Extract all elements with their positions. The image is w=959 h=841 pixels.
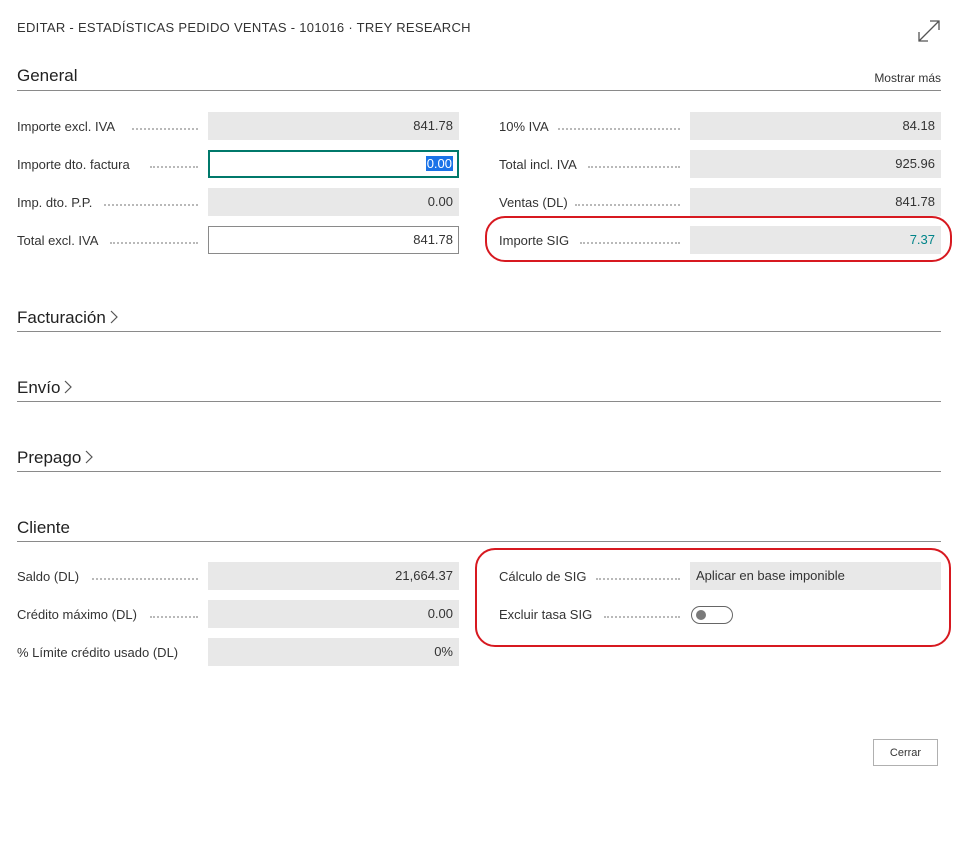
section-facturacion[interactable]: Facturación (17, 308, 120, 328)
field-label-credito-maximo-dl: Crédito máximo (DL) (17, 607, 137, 622)
highlight-importe-sig (485, 216, 952, 262)
field-limite-credito-usado: 0% (208, 638, 459, 666)
field-label-limite-credito-usado: % Límite crédito usado (DL) (17, 645, 179, 660)
field-label-importe-dto-factura: Importe dto. factura (17, 157, 130, 172)
section-title-prepago: Prepago (17, 448, 82, 467)
leader-dots (92, 578, 198, 580)
total-excl-iva-input[interactable]: 841.78 (208, 226, 459, 254)
chevron-right-icon (62, 379, 74, 394)
section-divider (17, 401, 941, 402)
importe-dto-factura-input[interactable]: 0.00 (208, 150, 459, 178)
section-divider (17, 331, 941, 332)
field-label-iva-10: 10% IVA (499, 119, 549, 134)
selected-value: 0.00 (425, 156, 453, 171)
field-ventas-dl: 841.78 (690, 188, 941, 216)
section-divider (17, 90, 941, 91)
field-iva-10: 84.18 (690, 112, 941, 140)
leader-dots (150, 166, 198, 168)
dialog-title: EDITAR - ESTADÍSTICAS PEDIDO VENTAS - 10… (17, 20, 471, 35)
expand-arrows-icon[interactable] (916, 18, 942, 44)
close-button[interactable]: Cerrar (873, 739, 938, 766)
leader-dots (132, 128, 198, 130)
section-title-facturacion: Facturación (17, 308, 106, 327)
field-saldo-dl: 21,664.37 (208, 562, 459, 590)
field-total-incl-iva: 925.96 (690, 150, 941, 178)
leader-dots (104, 204, 198, 206)
chevron-right-icon (83, 449, 95, 464)
field-label-imp-dto-pp: Imp. dto. P.P. (17, 195, 93, 210)
section-divider (17, 471, 941, 472)
section-divider (17, 541, 941, 542)
field-label-importe-excl-iva: Importe excl. IVA (17, 119, 116, 134)
field-label-total-excl-iva: Total excl. IVA (17, 233, 99, 248)
leader-dots (588, 166, 680, 168)
field-credito-maximo-dl: 0.00 (208, 600, 459, 628)
section-title-cliente[interactable]: Cliente (17, 518, 70, 538)
section-title-envio: Envío (17, 378, 61, 397)
field-label-ventas-dl: Ventas (DL) (499, 195, 568, 210)
show-more-link[interactable]: Mostrar más (874, 71, 941, 85)
section-title-general[interactable]: General (17, 66, 77, 86)
leader-dots (558, 128, 680, 130)
leader-dots (575, 204, 680, 206)
leader-dots (150, 616, 198, 618)
field-label-total-incl-iva: Total incl. IVA (499, 157, 577, 172)
leader-dots (110, 242, 198, 244)
field-imp-dto-pp: 0.00 (208, 188, 459, 216)
section-envio[interactable]: Envío (17, 378, 74, 398)
section-prepago[interactable]: Prepago (17, 448, 95, 468)
field-label-saldo-dl: Saldo (DL) (17, 569, 80, 584)
highlight-sig-fields (475, 548, 951, 647)
field-importe-excl-iva: 841.78 (208, 112, 459, 140)
chevron-right-icon (108, 309, 120, 324)
